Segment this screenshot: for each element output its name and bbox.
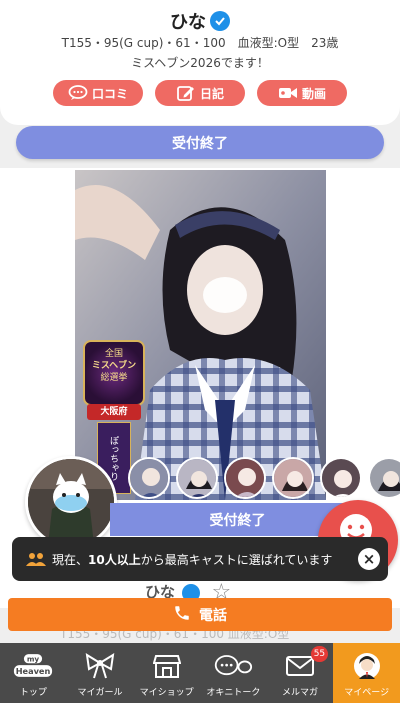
- nav-my-shop[interactable]: マイショップ: [133, 643, 200, 703]
- thumbnail[interactable]: [320, 457, 362, 499]
- video-camera-icon: [278, 85, 298, 101]
- photo-thumbnails: [128, 457, 400, 499]
- nav-my-girl[interactable]: マイガール: [67, 643, 134, 703]
- call-label: 電話: [199, 607, 227, 624]
- bottom-nav: my Heaven トップ マイガール マイショップ オキニトーク 55 メルマ…: [0, 643, 400, 703]
- people-icon: [26, 552, 46, 566]
- profile-card: ひな T155・95(G cup)・61・100 血液型:O型 23歳 ミスヘブ…: [0, 0, 400, 125]
- nav-my-page[interactable]: マイページ: [333, 643, 400, 703]
- toast-suffix: から最高キャストに選ばれています: [140, 552, 333, 567]
- mail-count-badge: 55: [310, 646, 329, 662]
- nav-label: マイページ: [344, 688, 390, 698]
- my-heaven-icon: my Heaven: [13, 651, 53, 681]
- review-button[interactable]: 口コミ: [53, 80, 143, 106]
- nav-top[interactable]: my Heaven トップ: [0, 643, 67, 703]
- thumbnail[interactable]: [128, 457, 170, 499]
- badge-region: 大阪府: [87, 404, 141, 420]
- ranking-toast: 現在、 10人以上 から最高キャストに選ばれています ×: [12, 537, 388, 581]
- diary-label: 日記: [199, 86, 224, 101]
- shop-staff-avatar[interactable]: [25, 456, 117, 548]
- thumbnail[interactable]: [272, 457, 314, 499]
- cast-photo[interactable]: 全国 ミスヘブン 総選挙 大阪府 ぽっちゃり: [75, 170, 326, 500]
- verified-icon: [210, 11, 230, 31]
- nav-label: マイショップ: [139, 688, 194, 698]
- cast-name: ひな: [170, 12, 206, 33]
- thumbnail[interactable]: [368, 457, 400, 499]
- page: ひな T155・95(G cup)・61・100 血液型:O型 23歳 ミスヘブ…: [0, 0, 400, 703]
- catch-copy: ミスヘブン2026でます！: [131, 56, 269, 70]
- chat-icon: [213, 651, 253, 681]
- video-button[interactable]: 動画: [257, 80, 347, 106]
- thumbnail[interactable]: [224, 457, 266, 499]
- speech-bubble-icon: [68, 85, 88, 101]
- nav-okini-talk[interactable]: オキニトーク: [200, 643, 267, 703]
- edit-icon: [176, 85, 196, 101]
- thumbnail[interactable]: [176, 457, 218, 499]
- user-icon: [347, 651, 387, 681]
- phone-icon: [173, 604, 191, 626]
- name-row: ひな: [0, 8, 400, 34]
- review-label: 口コミ: [91, 86, 128, 101]
- shop-icon: [147, 651, 187, 681]
- badge-line3: 総選挙: [100, 373, 128, 383]
- diary-button[interactable]: 日記: [155, 80, 245, 106]
- nav-label: トップ: [19, 688, 47, 698]
- cast-stats: T155・95(G cup)・61・100 血液型:O型 23歳: [61, 36, 339, 50]
- logo-line1: my: [27, 654, 40, 663]
- video-label: 動画: [301, 86, 326, 101]
- logo-line2: Heaven: [16, 666, 51, 676]
- badge-line1: 全国: [104, 349, 123, 359]
- badge-line2: ミスヘブン: [91, 361, 137, 371]
- call-button[interactable]: 電話: [8, 598, 392, 631]
- action-row: 口コミ 日記 動画: [0, 80, 400, 106]
- toast-highlight: 10人以上: [88, 552, 141, 567]
- reception-status-button[interactable]: 受付終了: [16, 126, 384, 159]
- toast-prefix: 現在、: [52, 552, 89, 567]
- nav-mail-magazine[interactable]: 55 メルマガ: [267, 643, 334, 703]
- nav-label: オキニトーク: [206, 688, 261, 698]
- nav-label: メルマガ: [282, 688, 319, 698]
- close-icon[interactable]: ×: [358, 548, 380, 570]
- ribbon-icon: [80, 651, 120, 681]
- nav-label: マイガール: [77, 688, 123, 698]
